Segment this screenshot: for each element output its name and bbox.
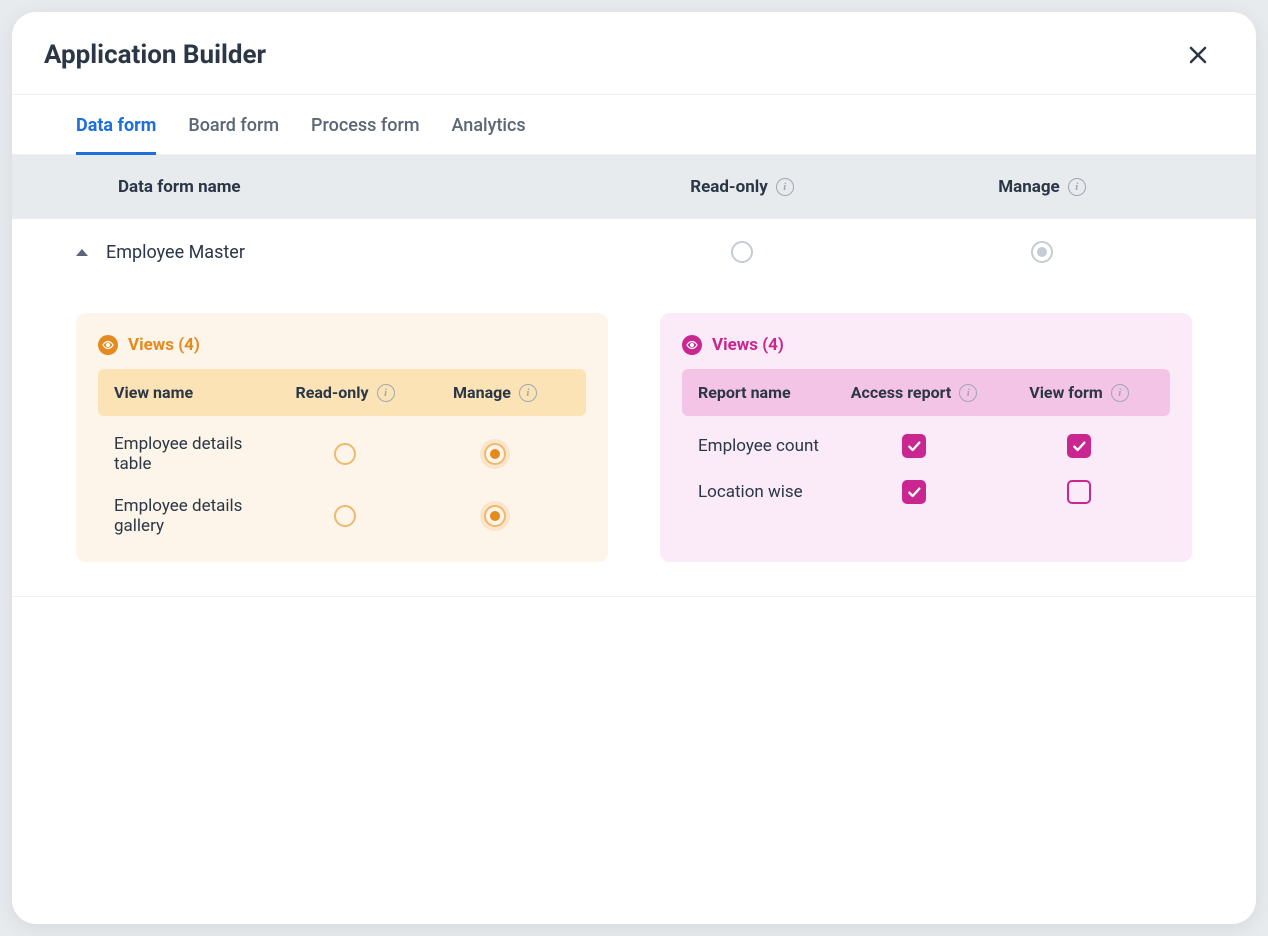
access-report-checkbox[interactable] [902,480,926,504]
views-panel-title: Views (4) [98,335,586,355]
eye-icon [98,335,118,355]
eye-icon [682,335,702,355]
view-readonly-radio[interactable] [334,443,356,465]
info-icon[interactable]: i [1068,178,1086,196]
view-name: Employee details gallery [114,496,270,536]
view-manage-radio[interactable] [484,443,506,465]
view-form-checkbox[interactable] [1067,480,1091,504]
close-icon [1186,43,1210,67]
view-row: Employee details table [98,416,586,478]
info-icon[interactable]: i [959,384,977,402]
column-header-manage-label: Manage [998,177,1060,197]
report-name: Employee count [698,436,824,456]
report-row: Location wise [682,462,1170,508]
tabs-bar: Data form Board form Process form Analyt… [12,95,1256,155]
info-icon[interactable]: i [776,178,794,196]
expand-caret-icon[interactable] [76,249,88,256]
reports-col-name: Report name [698,383,824,402]
report-name: Location wise [698,482,824,502]
application-builder-modal: Application Builder Data form Board form… [12,12,1256,924]
column-header-readonly: Read-only i [592,177,892,197]
view-form-checkbox[interactable] [1067,434,1091,458]
manage-radio[interactable] [1031,241,1053,263]
reports-panel-title-text: Views (4) [712,335,784,355]
reports-panel-title: Views (4) [682,335,1170,355]
tab-data-form[interactable]: Data form [76,95,156,155]
reports-panel: Views (4) Report name Access report i Vi… [660,313,1192,562]
reports-col-viewform: View form i [1004,383,1154,402]
views-panel-title-text: Views (4) [128,335,200,355]
view-row: Employee details gallery [98,478,586,540]
column-header-name: Data form name [76,177,592,197]
views-col-readonly: Read-only i [270,383,420,402]
info-icon[interactable]: i [1111,384,1129,402]
access-report-checkbox[interactable] [902,434,926,458]
column-header-readonly-label: Read-only [690,177,768,197]
reports-subheader: Report name Access report i View form i [682,369,1170,416]
form-row-name-cell: Employee Master [76,242,592,263]
views-panel: Views (4) View name Read-only i Manage i… [76,313,608,562]
modal-title: Application Builder [44,40,266,70]
form-name: Employee Master [106,242,245,263]
info-icon[interactable]: i [377,384,395,402]
reports-col-access: Access report i [824,383,1004,402]
tab-board-form[interactable]: Board form [188,95,279,155]
views-col-manage: Manage i [420,383,570,402]
modal-header: Application Builder [12,12,1256,95]
view-name: Employee details table [114,434,270,474]
tab-analytics[interactable]: Analytics [452,95,526,155]
view-readonly-radio[interactable] [334,505,356,527]
report-row: Employee count [682,416,1170,462]
close-button[interactable] [1184,41,1212,69]
views-subheader: View name Read-only i Manage i [98,369,586,416]
readonly-radio[interactable] [731,241,753,263]
view-manage-radio[interactable] [484,505,506,527]
column-header-manage: Manage i [892,177,1192,197]
expanded-panels: Views (4) View name Read-only i Manage i… [12,285,1256,597]
tab-process-form[interactable]: Process form [311,95,420,155]
info-icon[interactable]: i [519,384,537,402]
views-col-name: View name [114,383,270,402]
table-header-row: Data form name Read-only i Manage i [12,155,1256,219]
form-row: Employee Master [12,219,1256,285]
